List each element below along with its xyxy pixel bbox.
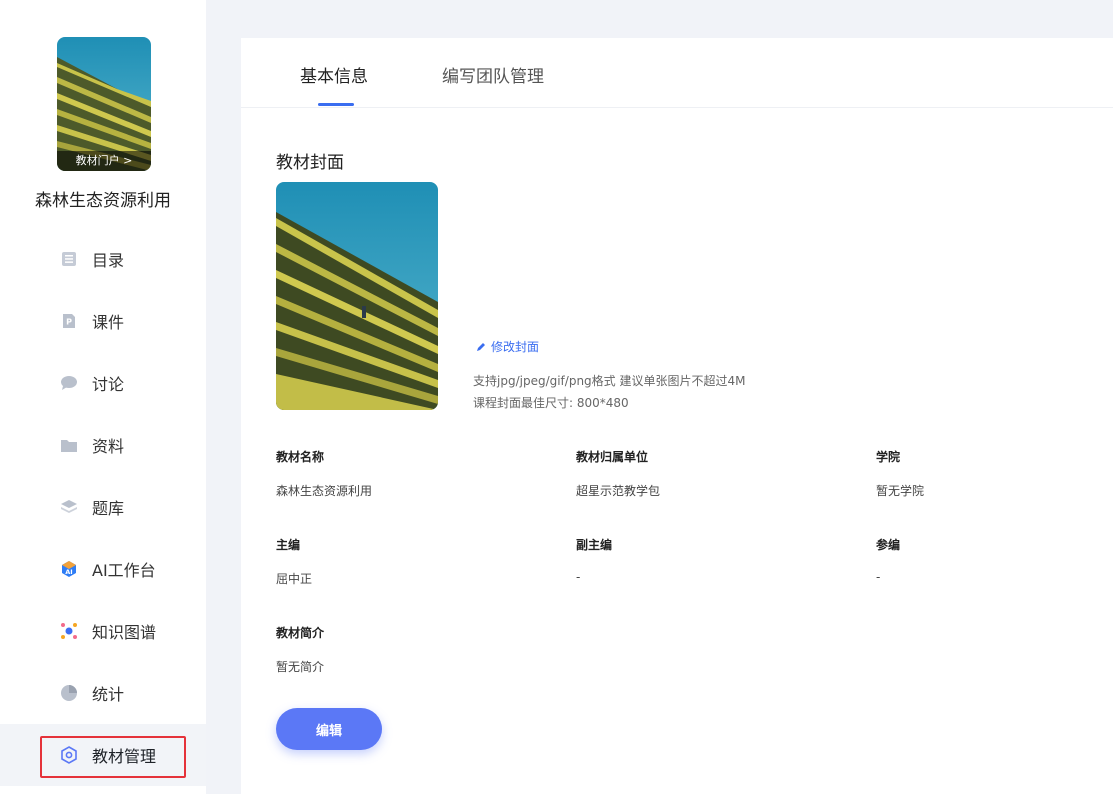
field-label-name: 教材名称 bbox=[276, 450, 325, 464]
edit-cover-link[interactable]: 修改封面 bbox=[475, 338, 539, 355]
pie-chart-icon bbox=[60, 684, 78, 702]
field-label-college: 学院 bbox=[876, 450, 901, 464]
field-label-intro: 教材简介 bbox=[276, 626, 325, 640]
main-panel: 基本信息 编写团队管理 教材封面 修改封面 支持jpg/jpeg/gif/png… bbox=[241, 38, 1113, 794]
pencil-icon bbox=[477, 342, 485, 351]
sidebar-nav: 目录 P 课件 讨论 资料 题库 AI AI工作台 知识图谱 统计 教材管理 bbox=[0, 228, 206, 786]
sidebar-item-label: 目录 bbox=[92, 251, 125, 270]
sidebar-item-discussion[interactable]: 讨论 bbox=[0, 352, 206, 414]
graph-icon bbox=[60, 622, 78, 640]
settings-hex-icon bbox=[60, 746, 78, 764]
terrace-image bbox=[276, 182, 438, 410]
sidebar-item-ai-workbench[interactable]: AI AI工作台 bbox=[0, 538, 206, 600]
sidebar-item-label: 讨论 bbox=[92, 375, 125, 394]
sidebar-item-label: 资料 bbox=[92, 437, 125, 456]
sidebar: 教材门户 > 森林生态资源利用 目录 P 课件 讨论 资料 题库 AI AI工作… bbox=[0, 0, 206, 794]
field-value-intro: 暂无简介 bbox=[276, 660, 325, 674]
field-value-name: 森林生态资源利用 bbox=[276, 484, 373, 498]
field-value-chief-editor: 屈中正 bbox=[276, 572, 313, 586]
field-value-contributor: - bbox=[876, 570, 881, 584]
edit-button[interactable]: 编辑 bbox=[276, 708, 382, 750]
active-tab-indicator bbox=[318, 103, 354, 106]
cover-format-hint: 支持jpg/jpeg/gif/png格式 建议单张图片不超过4M bbox=[473, 374, 746, 388]
field-value-deputy-editor: - bbox=[576, 570, 581, 584]
list-icon bbox=[60, 250, 78, 268]
sidebar-item-question-bank[interactable]: 题库 bbox=[0, 476, 206, 538]
textbook-cover-image bbox=[276, 182, 438, 410]
field-label-unit: 教材归属单位 bbox=[576, 450, 649, 464]
field-label-deputy-editor: 副主编 bbox=[576, 538, 613, 552]
svg-text:P: P bbox=[66, 318, 72, 327]
tab-team-management[interactable]: 编写团队管理 bbox=[442, 62, 544, 87]
field-label-contributor: 参编 bbox=[876, 538, 901, 552]
edit-cover-label: 修改封面 bbox=[491, 340, 540, 354]
portal-link[interactable]: 教材门户 > bbox=[57, 151, 151, 171]
sidebar-item-label: AI工作台 bbox=[92, 561, 156, 580]
sidebar-item-catalog[interactable]: 目录 bbox=[0, 228, 206, 290]
tab-bar: 基本信息 编写团队管理 bbox=[241, 38, 1113, 108]
sidebar-item-label: 统计 bbox=[92, 685, 125, 704]
sidebar-item-statistics[interactable]: 统计 bbox=[0, 662, 206, 724]
sidebar-item-knowledge-graph[interactable]: 知识图谱 bbox=[0, 600, 206, 662]
chat-bubble-icon bbox=[60, 374, 78, 392]
tab-basic-info[interactable]: 基本信息 bbox=[300, 62, 368, 87]
layers-icon bbox=[60, 498, 78, 516]
sidebar-item-courseware[interactable]: P 课件 bbox=[0, 290, 206, 352]
cover-size-hint: 课程封面最佳尺寸: 800*480 bbox=[473, 396, 629, 410]
folder-icon bbox=[60, 436, 78, 454]
ai-icon: AI bbox=[60, 560, 78, 578]
field-value-college: 暂无学院 bbox=[876, 484, 925, 498]
field-value-unit: 超星示范教学包 bbox=[576, 484, 661, 498]
course-title: 森林生态资源利用 bbox=[35, 191, 171, 211]
sidebar-item-label: 题库 bbox=[92, 499, 125, 518]
ppt-icon: P bbox=[60, 312, 78, 330]
sidebar-item-label: 知识图谱 bbox=[92, 623, 157, 642]
field-label-chief-editor: 主编 bbox=[276, 538, 301, 552]
course-cover-thumbnail[interactable]: 教材门户 > bbox=[57, 37, 151, 171]
sidebar-item-materials[interactable]: 资料 bbox=[0, 414, 206, 476]
cover-section-title: 教材封面 bbox=[276, 153, 344, 173]
sidebar-item-textbook-management[interactable]: 教材管理 bbox=[0, 724, 206, 786]
sidebar-item-label: 课件 bbox=[92, 313, 125, 332]
svg-text:AI: AI bbox=[65, 568, 72, 576]
